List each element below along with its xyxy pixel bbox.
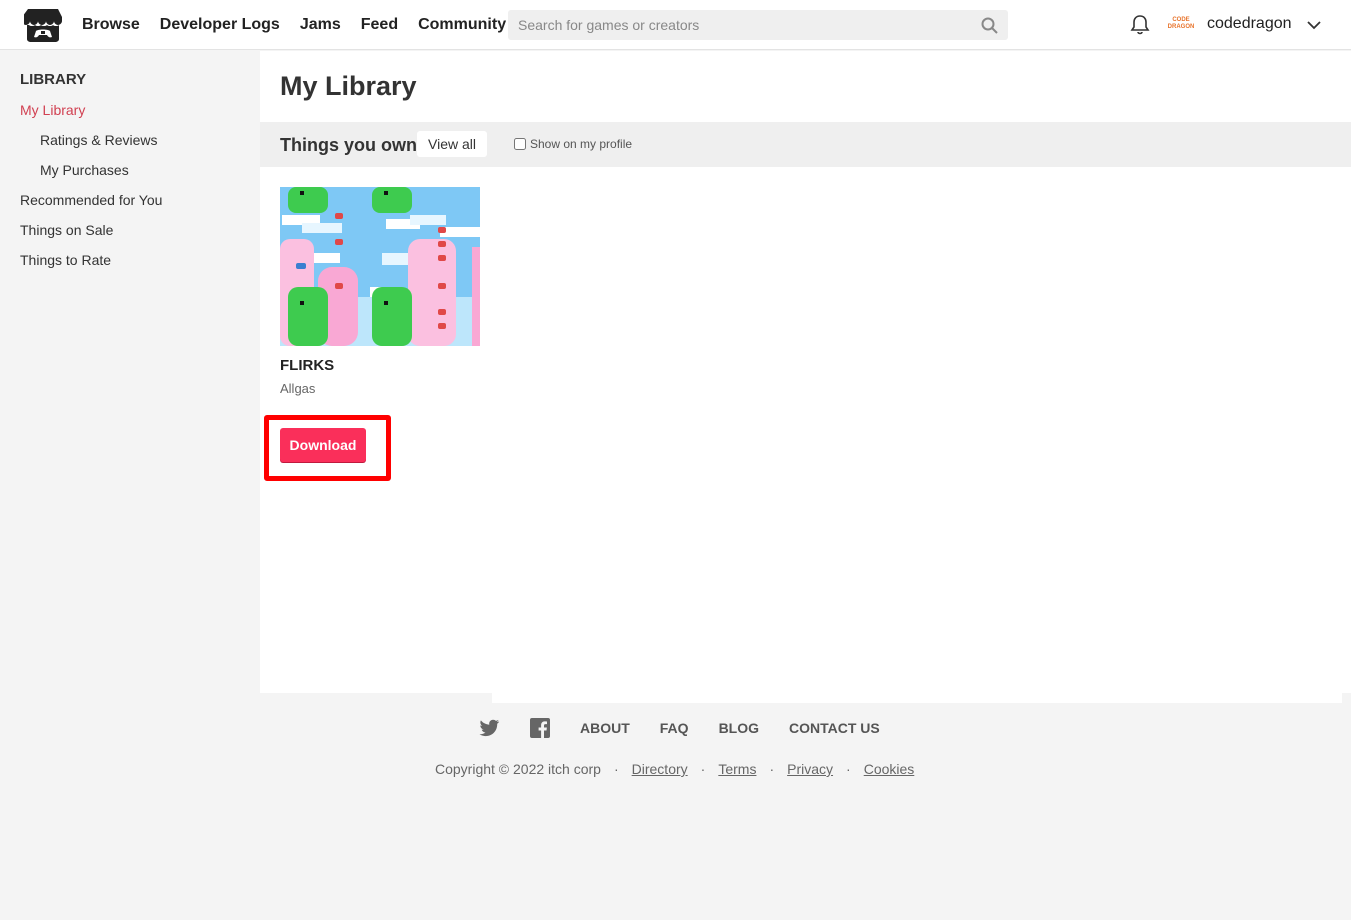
privacy-link[interactable]: Privacy (787, 761, 833, 777)
sidebar-item-recommended[interactable]: Recommended for You (20, 192, 162, 208)
content-bottom-edge (492, 693, 1342, 703)
footer-blog-link[interactable]: BLOG (719, 720, 759, 736)
game-title[interactable]: FLIRKS (280, 357, 334, 374)
itch-logo-icon[interactable] (24, 7, 62, 43)
sidebar-item-my-purchases[interactable]: My Purchases (40, 162, 129, 178)
sidebar-item-my-library[interactable]: My Library (20, 102, 85, 118)
nav-developer-logs[interactable]: Developer Logs (160, 16, 280, 34)
main-content: My Library Things you own View all Show … (260, 51, 1351, 693)
nav-community[interactable]: Community (418, 16, 506, 34)
search-input[interactable] (508, 10, 1008, 40)
game-cover-image[interactable] (280, 187, 480, 346)
chevron-down-icon[interactable] (1306, 17, 1322, 33)
footer-about-link[interactable]: ABOUT (580, 720, 630, 736)
separator: · (846, 761, 851, 777)
footer-faq-link[interactable]: FAQ (660, 720, 689, 736)
game-author[interactable]: Allgas (280, 381, 315, 396)
copyright-bar: Copyright © 2022 itch corp · Directory ·… (435, 761, 914, 777)
facebook-icon[interactable] (530, 718, 550, 738)
page-title: My Library (280, 71, 417, 101)
sidebar-item-ratings-reviews[interactable]: Ratings & Reviews (40, 132, 158, 148)
separator: · (700, 761, 706, 777)
sidebar-heading: LIBRARY (20, 71, 87, 88)
sidebar-item-on-sale[interactable]: Things on Sale (20, 222, 113, 238)
game-card: FLIRKS Allgas (280, 187, 480, 396)
directory-link[interactable]: Directory (632, 761, 688, 777)
terms-link[interactable]: Terms (718, 761, 756, 777)
footer-links: ABOUT FAQ BLOG CONTACT US (479, 716, 910, 740)
main-nav: Browse Developer Logs Jams Feed Communit… (82, 0, 526, 50)
view-all-button[interactable]: View all (417, 131, 487, 157)
owned-section-header: Things you own View all Show on my profi… (260, 122, 1351, 167)
search-icon[interactable] (981, 17, 998, 34)
show-on-profile-checkbox[interactable] (514, 138, 526, 150)
nav-feed[interactable]: Feed (361, 16, 398, 34)
avatar[interactable]: CODE DRAGON (1167, 13, 1195, 37)
top-header: Browse Developer Logs Jams Feed Communit… (0, 0, 1351, 50)
show-on-profile-label: Show on my profile (530, 137, 633, 151)
bell-icon[interactable] (1130, 14, 1150, 36)
nav-jams[interactable]: Jams (300, 16, 341, 34)
download-button[interactable]: Download (280, 428, 366, 462)
search-box (508, 10, 1008, 40)
separator: · (769, 761, 775, 777)
nav-browse[interactable]: Browse (82, 16, 140, 34)
sidebar-item-to-rate[interactable]: Things to Rate (20, 252, 111, 268)
twitter-icon[interactable] (479, 719, 500, 737)
show-on-profile-toggle[interactable]: Show on my profile (514, 137, 632, 151)
cookies-link[interactable]: Cookies (864, 761, 915, 777)
section-title: Things you own (280, 135, 417, 155)
username[interactable]: codedragon (1207, 15, 1292, 33)
copyright-text: Copyright © 2022 itch corp (435, 761, 601, 777)
separator: · (613, 761, 619, 777)
footer-contact-link[interactable]: CONTACT US (789, 720, 880, 736)
